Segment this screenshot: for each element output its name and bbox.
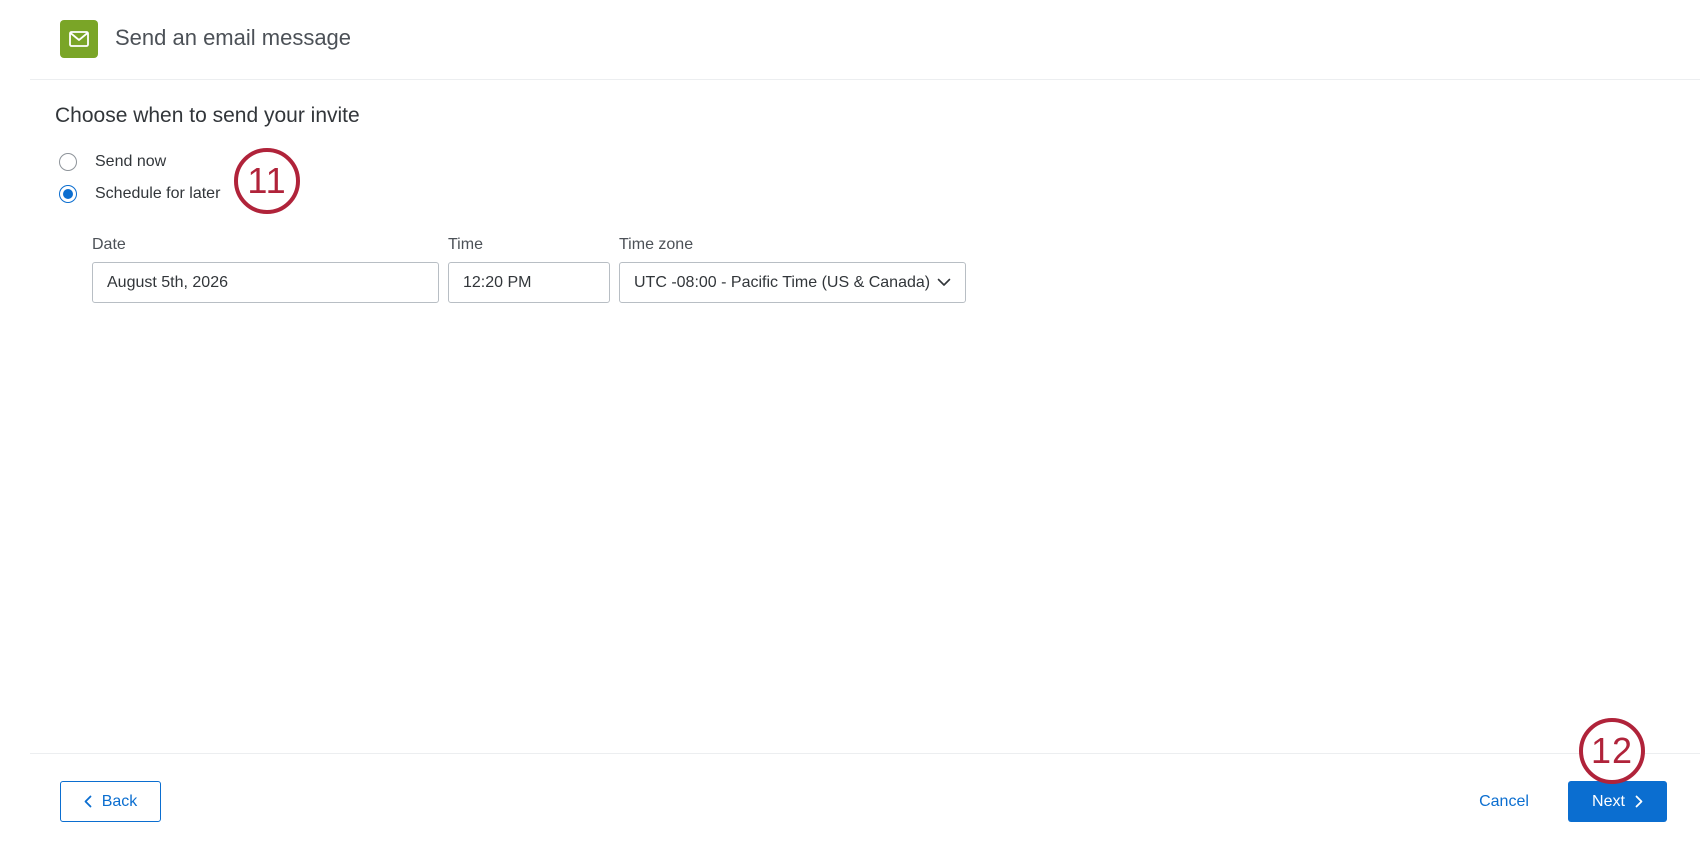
time-input[interactable]: [463, 273, 595, 292]
mail-icon: [60, 20, 98, 58]
send-now-radio[interactable]: [59, 153, 77, 171]
schedule-later-radio[interactable]: [59, 185, 77, 203]
date-label: Date: [92, 236, 126, 253]
next-button-label: Next: [1592, 792, 1625, 810]
time-field[interactable]: [448, 262, 610, 303]
chevron-right-icon: [1635, 795, 1643, 808]
date-input[interactable]: [107, 273, 424, 292]
send-now-label: Send now: [95, 153, 167, 170]
next-button[interactable]: Next: [1568, 781, 1667, 822]
schedule-later-label: Schedule for later: [95, 185, 221, 202]
cancel-button[interactable]: Cancel: [1465, 781, 1543, 822]
chevron-down-icon: [937, 278, 951, 287]
back-button[interactable]: Back: [60, 781, 161, 822]
header: Send an email message: [30, 0, 1700, 80]
page-title: Send an email message: [115, 25, 352, 50]
back-button-label: Back: [101, 792, 138, 810]
chevron-left-icon: [84, 795, 92, 808]
send-email-schedule-page: Send an email message Choose when to sen…: [0, 0, 1700, 850]
radio-selected-dot: [63, 189, 73, 199]
step-callout-12: 12: [1579, 718, 1645, 784]
timezone-select[interactable]: UTC -08:00 - Pacific Time (US & Canada): [619, 262, 966, 303]
step-callout-11: 11: [234, 148, 300, 214]
schedule-section-title: Choose when to send your invite: [55, 104, 360, 127]
footer-divider: [30, 753, 1700, 754]
date-field[interactable]: [92, 262, 439, 303]
timezone-label: Time zone: [619, 236, 694, 253]
send-now-option[interactable]: Send now: [59, 153, 166, 171]
time-label: Time: [448, 236, 483, 253]
timezone-value: UTC -08:00 - Pacific Time (US & Canada): [634, 273, 931, 291]
schedule-later-option[interactable]: Schedule for later: [59, 185, 220, 203]
